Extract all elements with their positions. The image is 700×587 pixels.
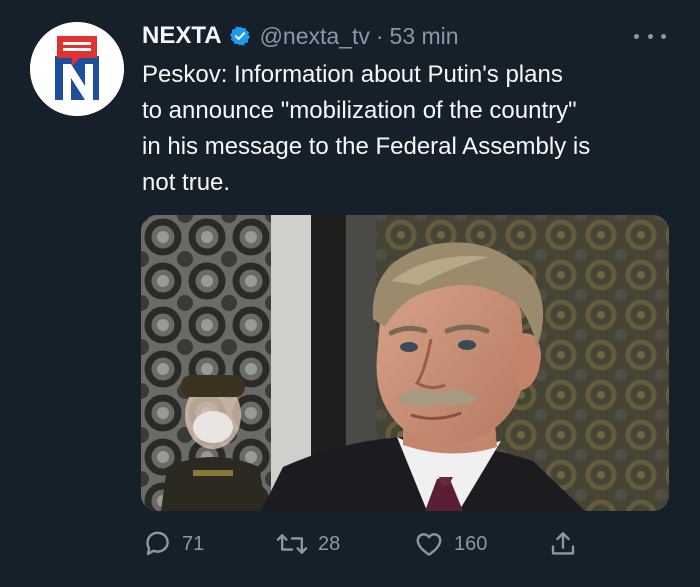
retweet-count: 28 <box>318 532 341 555</box>
retweet-icon <box>276 534 308 554</box>
author-handle[interactable]: @nexta_tv <box>260 23 370 50</box>
reply-icon <box>146 531 169 556</box>
nexta-logo <box>30 22 124 116</box>
dot <box>634 33 639 39</box>
tweet-text-line: to announce "mobilization of the country… <box>142 97 577 124</box>
timestamp[interactable]: 53 min <box>390 23 459 50</box>
tweet-text: Peskov: Information about Putin's plans … <box>142 57 672 201</box>
avatar[interactable] <box>30 22 124 116</box>
author-name[interactable]: NEXTA <box>142 22 222 50</box>
separator-dot: · <box>375 22 384 49</box>
peskov-photo <box>141 215 669 511</box>
dot <box>647 33 653 39</box>
dot <box>661 33 666 39</box>
share-button[interactable] <box>548 527 588 561</box>
reply-count: 71 <box>182 532 205 555</box>
tweet-card: NEXTA @nexta_tv · 53 min Peskov: Informa… <box>0 0 700 587</box>
tweet-text-line: in his message to the Federal Assembly i… <box>142 133 591 160</box>
verified-badge-icon <box>229 25 251 47</box>
share-icon <box>551 532 575 555</box>
action-bar: 71 28 160 <box>142 527 582 561</box>
like-icon <box>416 533 442 556</box>
tweet-text-line: not true. <box>142 169 231 196</box>
more-options-icon[interactable] <box>634 28 666 44</box>
tweet-photo[interactable] <box>141 215 669 511</box>
retweet-button[interactable]: 28 <box>276 527 340 561</box>
like-count: 160 <box>454 532 488 555</box>
like-button[interactable]: 160 <box>414 527 487 561</box>
tweet-text-line: Peskov: Information about Putin's plans <box>142 61 563 88</box>
tweet-header: NEXTA @nexta_tv · 53 min <box>142 20 459 52</box>
reply-button[interactable]: 71 <box>142 527 204 561</box>
